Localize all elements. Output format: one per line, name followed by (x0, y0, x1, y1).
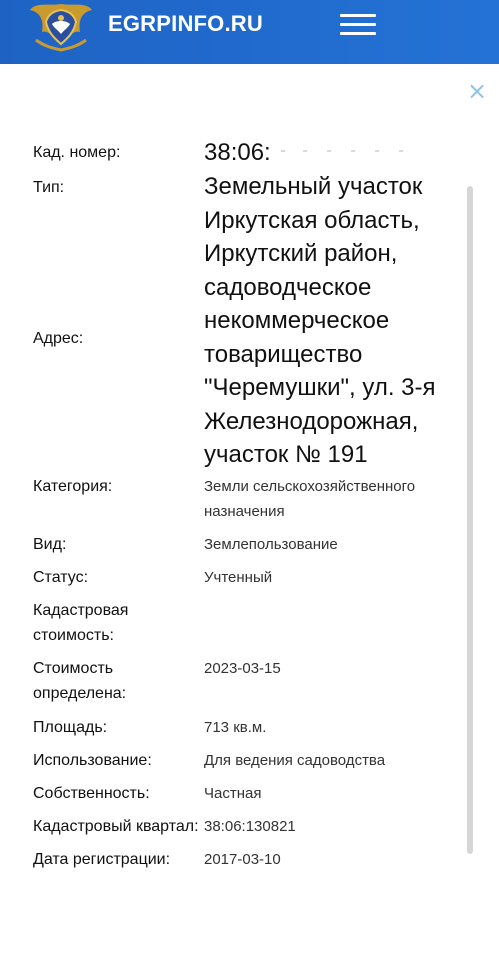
address-line-8: участок № 191 (204, 441, 368, 468)
cad-number-label: Кад. номер: (33, 144, 121, 161)
address-line-5: товарищество (204, 340, 363, 368)
type-value: Земельный участок (204, 173, 423, 200)
scrollbar[interactable] (467, 186, 473, 854)
ownership-label: Собственность: (33, 785, 150, 802)
site-brand[interactable]: EGRPINFO.RU (108, 11, 263, 37)
status-value: Учтенный (204, 569, 273, 586)
address-label: Адрес: (33, 330, 84, 347)
address-line-7: Железнодорожная, (204, 407, 419, 435)
close-icon[interactable]: × (466, 79, 488, 103)
address-line-6: "Черемушки", ул. 3-я (204, 374, 436, 401)
top-header: EGRPINFO.RU (0, 0, 499, 64)
eagle-emblem-icon[interactable] (26, 0, 96, 54)
cad-quarter-label: Кадастровый квартал: (33, 818, 199, 835)
cad-cost-label-line-1: Кадастровая (33, 602, 129, 619)
cad-number-value: 38:06: (204, 139, 271, 166)
area-label: Площадь: (33, 719, 108, 736)
ownership-value: Частная (204, 785, 262, 802)
kind-value: Землепользование (204, 536, 338, 553)
category-label: Категория: (33, 478, 113, 495)
usage-value: Для ведения садоводства (204, 752, 386, 769)
cost-date-label-line-1: Стоимость (33, 660, 114, 677)
status-label: Статус: (33, 569, 89, 586)
cad-quarter-value[interactable]: 38:06:130821 (204, 814, 296, 839)
category-value-line-1: Земли сельскохозяйственного (204, 478, 416, 495)
area-value: 713 кв.м. (204, 719, 267, 736)
reg-date-value: 2017-03-10 (204, 851, 281, 868)
cost-date-value: 2023-03-15 (204, 660, 281, 677)
category-value-line-2: назначения (204, 503, 285, 520)
cad-number-value-wrap: 38:06: (204, 136, 411, 168)
address-line-1: Иркутская область, (204, 206, 420, 234)
usage-label: Использование: (33, 752, 152, 769)
type-label: Тип: (33, 179, 65, 196)
address-line-2: Иркутский район, (204, 240, 398, 267)
address-line-4: некоммерческое (204, 307, 390, 334)
cad-cost-label-line-2: стоимость: (33, 627, 114, 644)
cad-number-redaction (271, 136, 411, 166)
cost-date-label-line-2: определена: (33, 685, 127, 702)
kind-label: Вид: (33, 536, 67, 553)
address-line-3: садоводческое (204, 273, 372, 301)
reg-date-label: Дата регистрации: (33, 851, 171, 868)
hamburger-menu-icon[interactable] (340, 10, 376, 42)
